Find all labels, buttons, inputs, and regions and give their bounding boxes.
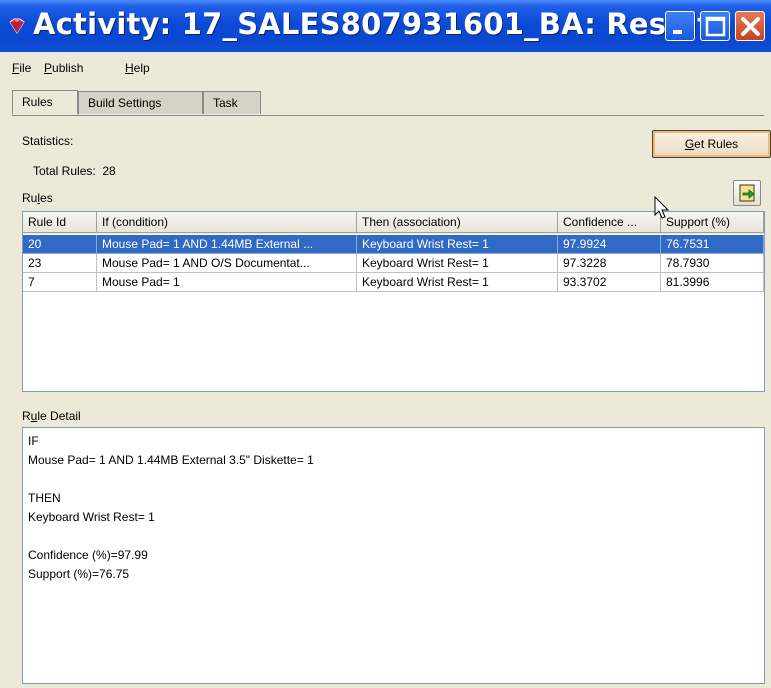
- cell-association: Keyboard Wrist Rest= 1: [357, 273, 558, 292]
- detail-confidence: Confidence (%)=97.99: [28, 548, 148, 562]
- maximize-button[interactable]: [700, 11, 730, 41]
- export-icon: [739, 184, 755, 202]
- rules-section-label: Rules: [22, 191, 53, 205]
- cell-rule-id: 20: [23, 235, 97, 254]
- cell-confidence: 97.3228: [558, 254, 661, 273]
- cell-support: 76.7531: [661, 235, 764, 254]
- rule-detail-text[interactable]: IF Mouse Pad= 1 AND 1.44MB External 3.5"…: [22, 427, 765, 684]
- title-bar[interactable]: Activity: 17_SALES807931601_BA: Result .…: [0, 0, 771, 52]
- cell-association: Keyboard Wrist Rest= 1: [357, 235, 558, 254]
- column-header-then-association[interactable]: Then (association): [357, 212, 558, 233]
- cell-rule-id: 23: [23, 254, 97, 273]
- mouse-cursor-icon: [654, 196, 670, 219]
- detail-blank-line: [28, 473, 759, 485]
- column-header-if-condition[interactable]: If (condition): [97, 212, 357, 233]
- cell-confidence: 93.3702: [558, 273, 661, 292]
- cell-condition: Mouse Pad= 1: [97, 273, 357, 292]
- rules-table-header: Rule Id If (condition) Then (association…: [23, 212, 764, 234]
- column-header-support[interactable]: Support (%): [661, 212, 764, 233]
- cell-rule-id: 7: [23, 273, 97, 292]
- column-header-rule-id[interactable]: Rule Id: [23, 212, 97, 233]
- table-row[interactable]: 7 Mouse Pad= 1 Keyboard Wrist Rest= 1 93…: [23, 273, 764, 292]
- table-row[interactable]: 20 Mouse Pad= 1 AND 1.44MB External ... …: [23, 235, 764, 254]
- cell-condition: Mouse Pad= 1 AND O/S Documentat...: [97, 254, 357, 273]
- minimize-icon: [673, 30, 682, 34]
- cell-condition: Mouse Pad= 1 AND 1.44MB External ...: [97, 235, 357, 254]
- total-rules-label: Total Rules: 28: [33, 164, 116, 178]
- maximize-icon: [705, 16, 726, 37]
- close-icon: [741, 17, 760, 36]
- export-button[interactable]: [733, 180, 761, 206]
- cell-support: 78.7930: [661, 254, 764, 273]
- minimize-button[interactable]: [665, 11, 695, 41]
- menu-publish[interactable]: Publish: [44, 61, 83, 75]
- cell-support: 81.3996: [661, 273, 764, 292]
- close-button[interactable]: [735, 11, 765, 41]
- get-rules-button[interactable]: Get Rules: [652, 130, 771, 158]
- detail-if-keyword: IF: [28, 434, 39, 448]
- detail-then-keyword: THEN: [28, 491, 61, 505]
- menu-bar: File Publish Help: [0, 57, 771, 79]
- menu-help[interactable]: Help: [125, 61, 150, 75]
- detail-blank-line: [28, 530, 759, 542]
- rule-detail-label: Rule Detail: [22, 409, 81, 423]
- rules-table[interactable]: Rule Id If (condition) Then (association…: [22, 211, 765, 392]
- detail-support: Support (%)=76.75: [28, 567, 130, 581]
- tab-task[interactable]: Task: [203, 91, 261, 114]
- tab-rules[interactable]: Rules: [12, 90, 78, 115]
- detail-association: Keyboard Wrist Rest= 1: [28, 510, 155, 524]
- menu-file[interactable]: File: [12, 61, 31, 75]
- total-rules-value: 28: [102, 164, 116, 178]
- table-row[interactable]: 23 Mouse Pad= 1 AND O/S Documentat... Ke…: [23, 254, 764, 273]
- column-header-confidence[interactable]: Confidence ...: [558, 212, 661, 233]
- tab-divider: [12, 115, 764, 116]
- detail-condition: Mouse Pad= 1 AND 1.44MB External 3.5" Di…: [28, 453, 314, 467]
- cell-confidence: 97.9924: [558, 235, 661, 254]
- ruby-diamond-icon: [9, 18, 25, 34]
- tab-build-settings[interactable]: Build Settings: [78, 91, 203, 114]
- statistics-label: Statistics:: [22, 134, 74, 148]
- activity-result-window: Activity: 17_SALES807931601_BA: Result .…: [0, 0, 771, 688]
- window-title: Activity: 17_SALES807931601_BA: Result .…: [33, 7, 756, 41]
- cell-association: Keyboard Wrist Rest= 1: [357, 254, 558, 273]
